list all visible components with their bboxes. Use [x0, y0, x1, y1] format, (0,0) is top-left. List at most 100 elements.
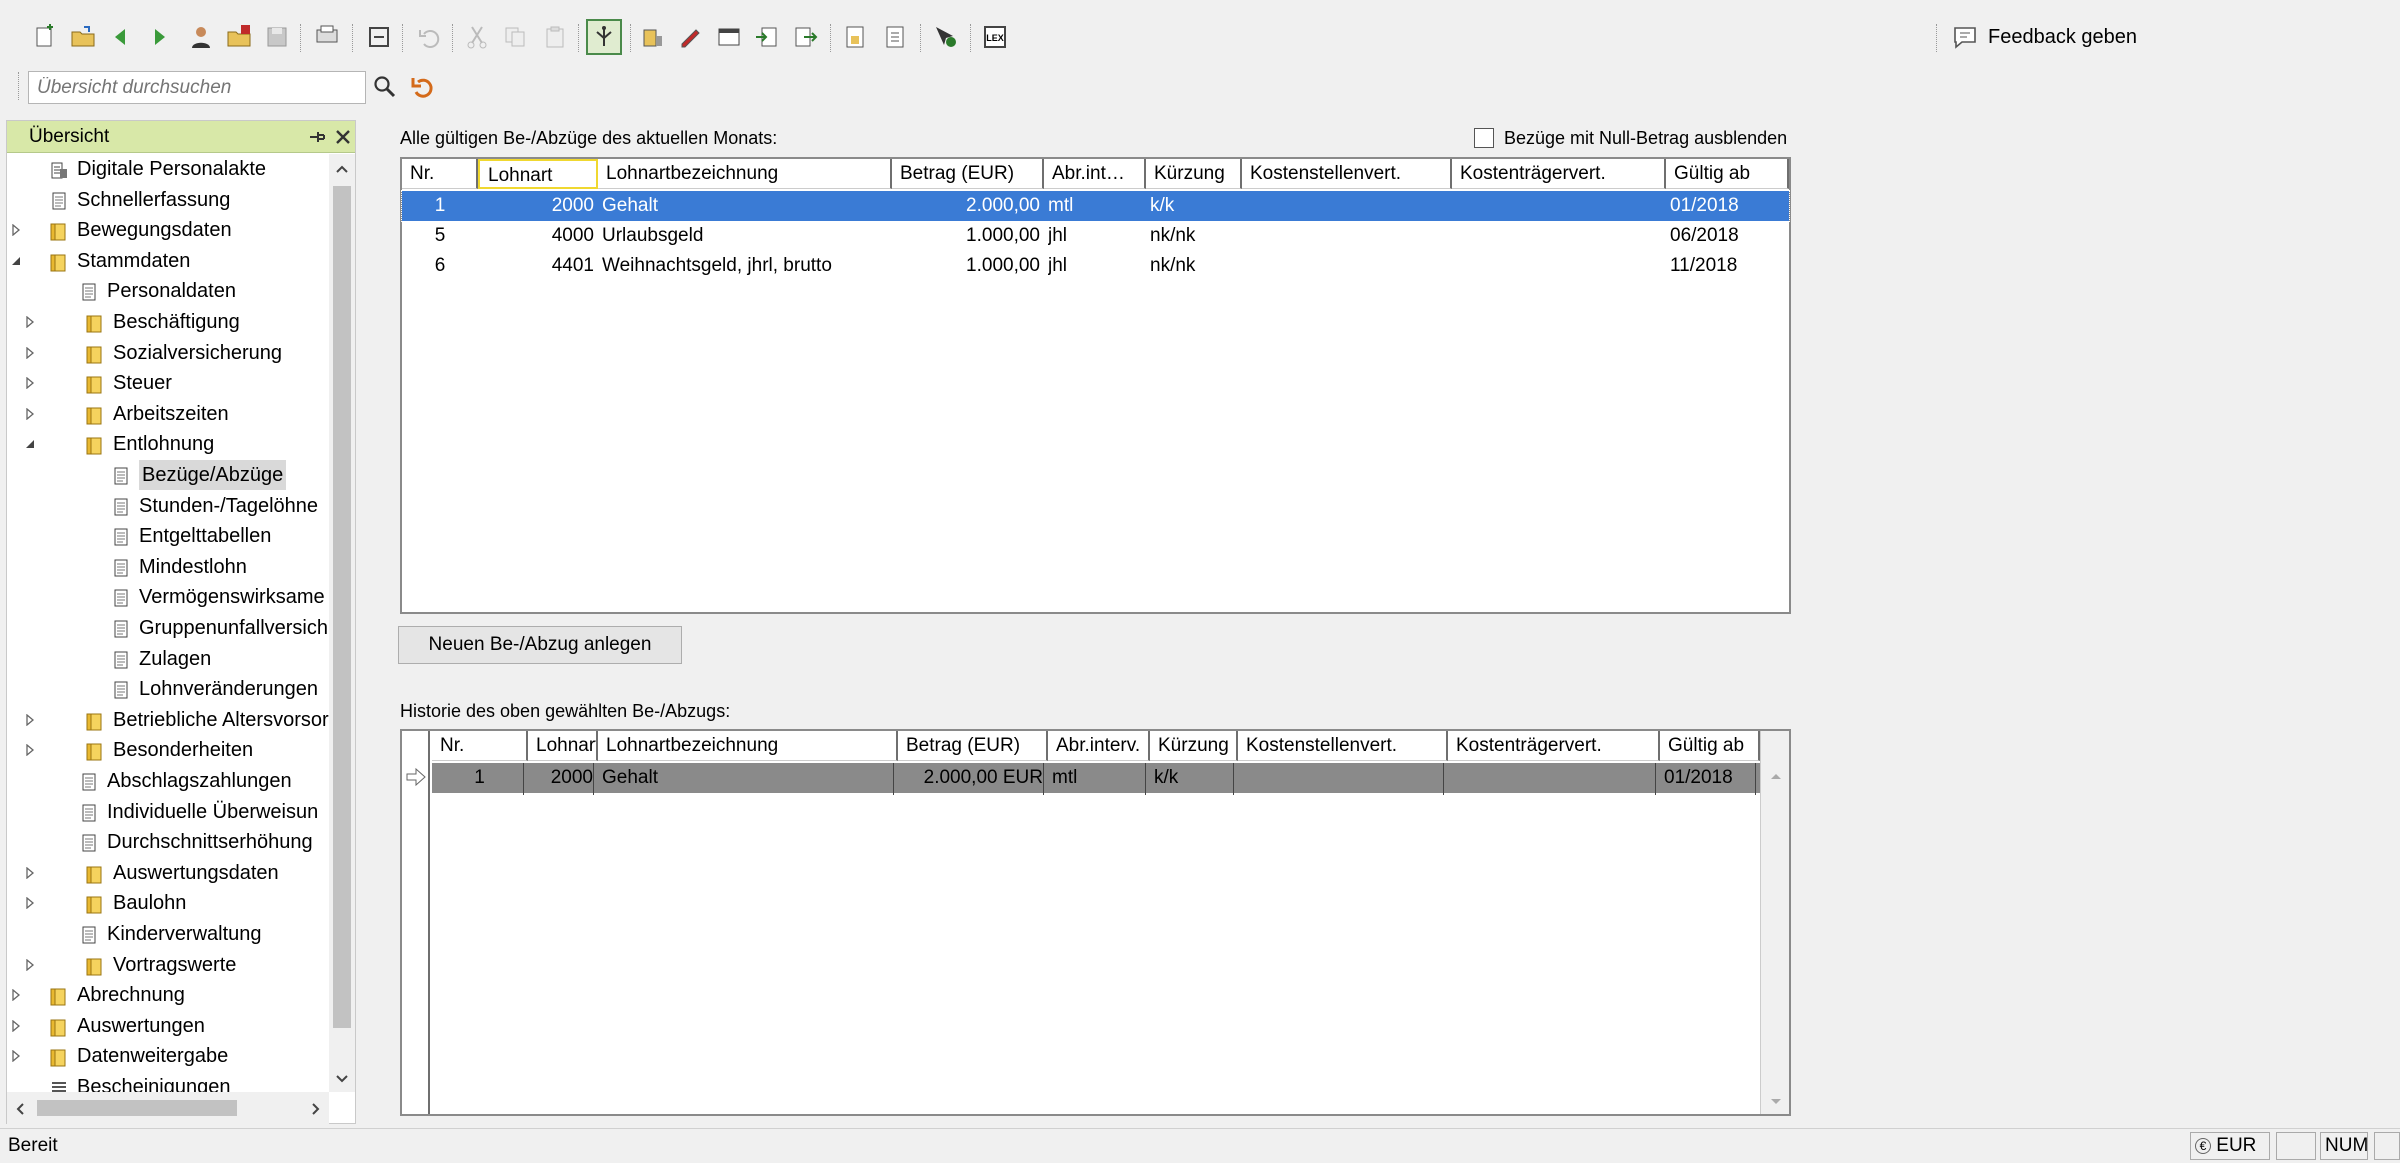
scroll-right-icon[interactable] [309, 1100, 323, 1115]
tree-collapsed-icon[interactable] [23, 888, 37, 918]
column-header[interactable]: Kürzung [1150, 731, 1238, 761]
tree-item[interactable]: Auswertungen [7, 1011, 329, 1041]
tree-collapsed-icon[interactable] [9, 1011, 23, 1041]
tree-collapsed-icon[interactable] [23, 307, 37, 337]
new-employee-icon[interactable] [30, 22, 60, 52]
column-header[interactable]: Betrag (EUR) [898, 731, 1048, 761]
open-folder-icon[interactable] [68, 22, 98, 52]
tree-collapsed-icon[interactable] [23, 338, 37, 368]
table-row[interactable]: 1 2000 Gehalt 2.000,00 mtl k/k 01/2018 [401, 190, 1790, 222]
tree-item[interactable]: Bescheinigungen [7, 1072, 329, 1092]
tree-item[interactable]: Bezüge/Abzüge [7, 460, 329, 490]
column-header[interactable]: Kürzung [1146, 159, 1242, 189]
tree-item[interactable]: Schnellerfassung [7, 185, 329, 215]
edit-icon[interactable] [676, 22, 706, 52]
tree-collapsed-icon[interactable] [23, 368, 37, 398]
delete-folder-icon[interactable] [224, 22, 254, 52]
forward-arrow-icon[interactable] [144, 22, 174, 52]
tree-vertical-scrollbar[interactable] [329, 154, 355, 1092]
tree-item[interactable]: Stammdaten [7, 246, 329, 276]
save-icon[interactable] [262, 22, 292, 52]
pin-icon[interactable] [307, 127, 327, 147]
tree-item[interactable]: Baulohn [7, 888, 329, 918]
scroll-down-icon[interactable] [1769, 1093, 1783, 1107]
tree-item[interactable]: Gruppenunfallversich [7, 613, 329, 643]
tree-item[interactable]: Individuelle Überweisun [7, 797, 329, 827]
tree-item[interactable]: Betriebliche Altersvorsor [7, 705, 329, 735]
column-header[interactable]: Nr. [402, 159, 478, 189]
export-icon[interactable] [790, 22, 820, 52]
lexicon-icon[interactable]: LEX [980, 22, 1010, 52]
tree-collapsed-icon[interactable] [23, 735, 37, 765]
company-icon[interactable] [638, 22, 668, 52]
search-icon[interactable] [372, 74, 398, 100]
table-row[interactable]: 1 2000 Gehalt 2.000,00 EUR mtl k/k 01/2018 [432, 763, 1760, 795]
column-header[interactable]: Gültig ab [1660, 731, 1760, 761]
tree-collapsed-icon[interactable] [23, 399, 37, 429]
paste-icon[interactable] [540, 22, 570, 52]
tree-item[interactable]: Lohnveränderungen [7, 674, 329, 704]
tree-item[interactable]: Stunden-/Tagelöhne [7, 491, 329, 521]
back-arrow-icon[interactable] [106, 22, 136, 52]
column-header[interactable]: Lohnart [478, 159, 598, 189]
column-header[interactable]: Kostenstellenvert. [1242, 159, 1452, 189]
scroll-up-icon[interactable] [1769, 767, 1783, 781]
scroll-down-icon[interactable] [335, 1070, 349, 1084]
search-input[interactable] [28, 71, 366, 104]
tree-item[interactable]: Personaldaten [7, 276, 329, 306]
tree-collapsed-icon[interactable] [9, 980, 23, 1010]
tree-item[interactable]: Entgelttabellen [7, 521, 329, 551]
create-deduction-button[interactable]: Neuen Be-/Abzug anlegen [398, 626, 682, 664]
tree-item[interactable]: Zulagen [7, 644, 329, 674]
tree-horizontal-scrollbar[interactable] [7, 1092, 329, 1124]
import-icon[interactable] [752, 22, 782, 52]
column-header[interactable]: Abr.int… [1044, 159, 1146, 189]
column-header[interactable]: Kostenträgervert. [1448, 731, 1660, 761]
scroll-up-icon[interactable] [335, 160, 349, 174]
tree-item[interactable]: Abschlagszahlungen [7, 766, 329, 796]
tree-item[interactable]: Entlohnung [7, 429, 329, 459]
tree-collapsed-icon[interactable] [23, 950, 37, 980]
tree-collapsed-icon[interactable] [23, 858, 37, 888]
print-preview-icon[interactable] [312, 22, 342, 52]
tree-item[interactable]: Kinderverwaltung [7, 919, 329, 949]
column-header[interactable]: Lohnartbezeichnung [598, 731, 898, 761]
window-icon[interactable] [714, 22, 744, 52]
tree-item[interactable]: Vermögenswirksame [7, 582, 329, 612]
tree-item[interactable]: Besonderheiten [7, 735, 329, 765]
undo-icon[interactable] [414, 22, 444, 52]
copy-icon[interactable] [500, 22, 530, 52]
hide-zero-checkbox[interactable] [1474, 128, 1494, 148]
frame-icon[interactable] [364, 22, 394, 52]
close-icon[interactable] [333, 127, 353, 147]
tree-item[interactable]: Vortragswerte [7, 950, 329, 980]
tree-view-icon[interactable] [586, 19, 622, 55]
column-header[interactable]: Gültig ab [1666, 159, 1789, 189]
tree-collapsed-icon[interactable] [9, 1041, 23, 1071]
person-icon[interactable] [186, 22, 216, 52]
tree-collapsed-icon[interactable] [9, 215, 23, 245]
table-row[interactable]: 6 4401 Weihnachtsgeld, jhrl, brutto 1.000,0… [402, 251, 1789, 281]
column-header[interactable]: Kostenträgervert. [1452, 159, 1666, 189]
tree-item[interactable]: Steuer [7, 368, 329, 398]
tree-collapsed-icon[interactable] [23, 705, 37, 735]
tree-item[interactable]: Arbeitszeiten [7, 399, 329, 429]
tree-item[interactable]: Datenweitergabe [7, 1041, 329, 1071]
tree-item[interactable]: Bewegungsdaten [7, 215, 329, 245]
tree-item[interactable]: Digitale Personalakte [7, 154, 329, 184]
column-header[interactable]: Betrag (EUR) [892, 159, 1044, 189]
history-vertical-scrollbar[interactable] [1760, 731, 1789, 1114]
tree-vertical-scroll-thumb[interactable] [333, 186, 351, 1028]
tree-expanded-icon[interactable] [23, 429, 37, 459]
tree-item[interactable]: Sozialversicherung [7, 338, 329, 368]
report-icon[interactable] [840, 22, 870, 52]
tree-item[interactable]: Auswertungsdaten [7, 858, 329, 888]
tree-item[interactable]: Abrechnung [7, 980, 329, 1010]
tree-expanded-icon[interactable] [9, 246, 23, 276]
tree-horizontal-scroll-thumb[interactable] [37, 1100, 237, 1116]
scroll-left-icon[interactable] [13, 1100, 27, 1115]
tree-item[interactable]: Beschäftigung [7, 307, 329, 337]
reset-search-icon[interactable] [410, 74, 436, 100]
cut-icon[interactable] [462, 22, 492, 52]
column-header[interactable]: Lohnart [528, 731, 598, 761]
